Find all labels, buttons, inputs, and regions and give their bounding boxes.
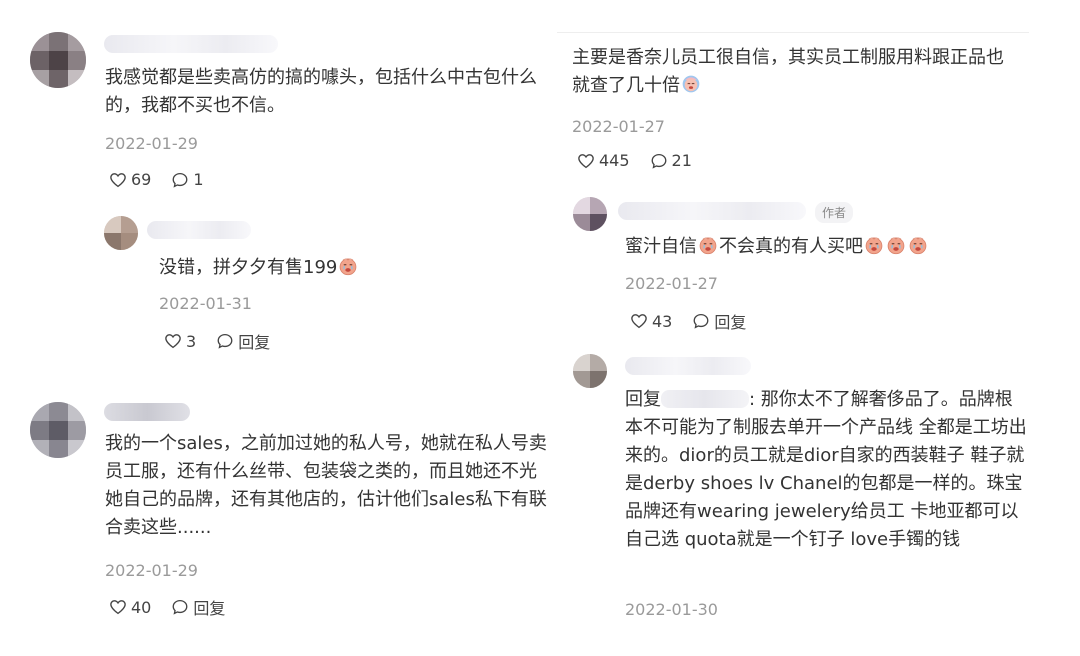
comment-date: 2022-01-29 <box>105 561 198 580</box>
crying-face-emoji <box>681 74 701 94</box>
reply-date: 2022-01-27 <box>625 274 718 293</box>
mention-blurred[interactable] <box>661 390 749 408</box>
avatar[interactable] <box>30 32 86 88</box>
reply-date: 2022-01-31 <box>159 294 252 313</box>
speech-bubble-icon <box>692 312 710 330</box>
reply-prefix: 回复 <box>625 389 661 410</box>
reply-text: 蜜汁自信 不会真的有人买吧 <box>625 233 1025 261</box>
heart-outline-icon <box>109 598 127 616</box>
like-count: 69 <box>131 170 152 189</box>
speech-bubble-icon <box>216 332 234 350</box>
crying-face-emoji <box>338 256 358 276</box>
comment-actions: 40 回复 <box>109 595 225 619</box>
comment-actions: 445 21 <box>577 151 692 170</box>
avatar[interactable] <box>573 197 607 231</box>
reply-text-part: 不会真的有人买吧 <box>719 236 863 257</box>
crying-face-emoji <box>864 235 884 255</box>
comment-text: 我感觉都是些卖高仿的搞的噱头，包括什么中古包什么的，我都不买也不信。 <box>105 67 537 116</box>
comment-button[interactable]: 1 <box>171 170 204 189</box>
crying-face-emoji <box>698 235 718 255</box>
like-button[interactable]: 40 <box>109 598 151 617</box>
reply-text-content: 没错，拼夕夕有售199 <box>159 257 338 278</box>
like-count: 445 <box>599 151 630 170</box>
reply-label: 回复 <box>238 333 271 352</box>
speech-bubble-icon <box>171 171 189 189</box>
username-blurred[interactable] <box>625 357 751 375</box>
crying-face-emoji <box>886 235 906 255</box>
reply-text: 没错，拼夕夕有售199 <box>159 254 359 282</box>
reply-text: 回复: 那你太不了解奢侈品了。品牌根本不可能为了制服去单开一个产品线 全都是工坊… <box>625 386 1027 554</box>
avatar[interactable] <box>573 354 607 388</box>
reply-text-part: 蜜汁自信 <box>625 236 697 257</box>
comment-text: 我的一个sales，之前加过她的私人号，她就在私人号卖员工服，还有什么丝带、包装… <box>105 433 547 538</box>
reply-label: 回复 <box>714 313 747 332</box>
comment-button[interactable]: 21 <box>650 151 692 170</box>
reply-count: 21 <box>671 151 692 170</box>
reply-actions: 43 回复 <box>630 309 746 333</box>
reply-button[interactable]: 回复 <box>216 329 270 353</box>
speech-bubble-icon <box>650 152 668 170</box>
column-top-divider <box>557 32 1029 33</box>
username-blurred[interactable] <box>147 221 251 239</box>
comment-actions: 69 1 <box>109 170 204 189</box>
like-button[interactable]: 69 <box>109 170 151 189</box>
like-count: 40 <box>131 597 152 617</box>
like-count: 3 <box>186 331 197 351</box>
author-badge: 作者 <box>815 202 854 223</box>
like-button[interactable]: 445 <box>577 151 630 170</box>
reply-button[interactable]: 回复 <box>171 595 225 619</box>
reply-actions: 3 回复 <box>164 329 270 353</box>
comment-text: 主要是香奈儿员工很自信，其实员工制服用料跟正品也就查了几十倍 <box>572 44 1012 100</box>
username-blurred[interactable] <box>104 35 278 53</box>
reply-text-content: : 那你太不了解奢侈品了。品牌根本不可能为了制服去单开一个产品线 全都是工坊出来… <box>625 389 1027 550</box>
avatar[interactable] <box>104 216 138 250</box>
reply-count: 1 <box>193 170 204 189</box>
speech-bubble-icon <box>171 598 189 616</box>
username-blurred[interactable] <box>104 403 190 421</box>
reply-date: 2022-01-30 <box>625 600 718 619</box>
heart-outline-icon <box>164 332 182 350</box>
like-count: 43 <box>652 311 673 331</box>
like-button[interactable]: 3 <box>164 332 196 351</box>
reply-label: 回复 <box>193 599 226 618</box>
heart-outline-icon <box>577 152 595 170</box>
comment-text-content: 主要是香奈儿员工很自信，其实员工制服用料跟正品也就查了几十倍 <box>572 47 1004 96</box>
comment-date: 2022-01-27 <box>572 117 665 136</box>
reply-button[interactable]: 回复 <box>692 309 746 333</box>
crying-face-emoji <box>908 235 928 255</box>
heart-outline-icon <box>630 312 648 330</box>
avatar[interactable] <box>30 402 86 458</box>
like-button[interactable]: 43 <box>630 312 672 331</box>
comment-date: 2022-01-29 <box>105 134 198 153</box>
username-blurred[interactable] <box>618 202 806 220</box>
heart-outline-icon <box>109 171 127 189</box>
